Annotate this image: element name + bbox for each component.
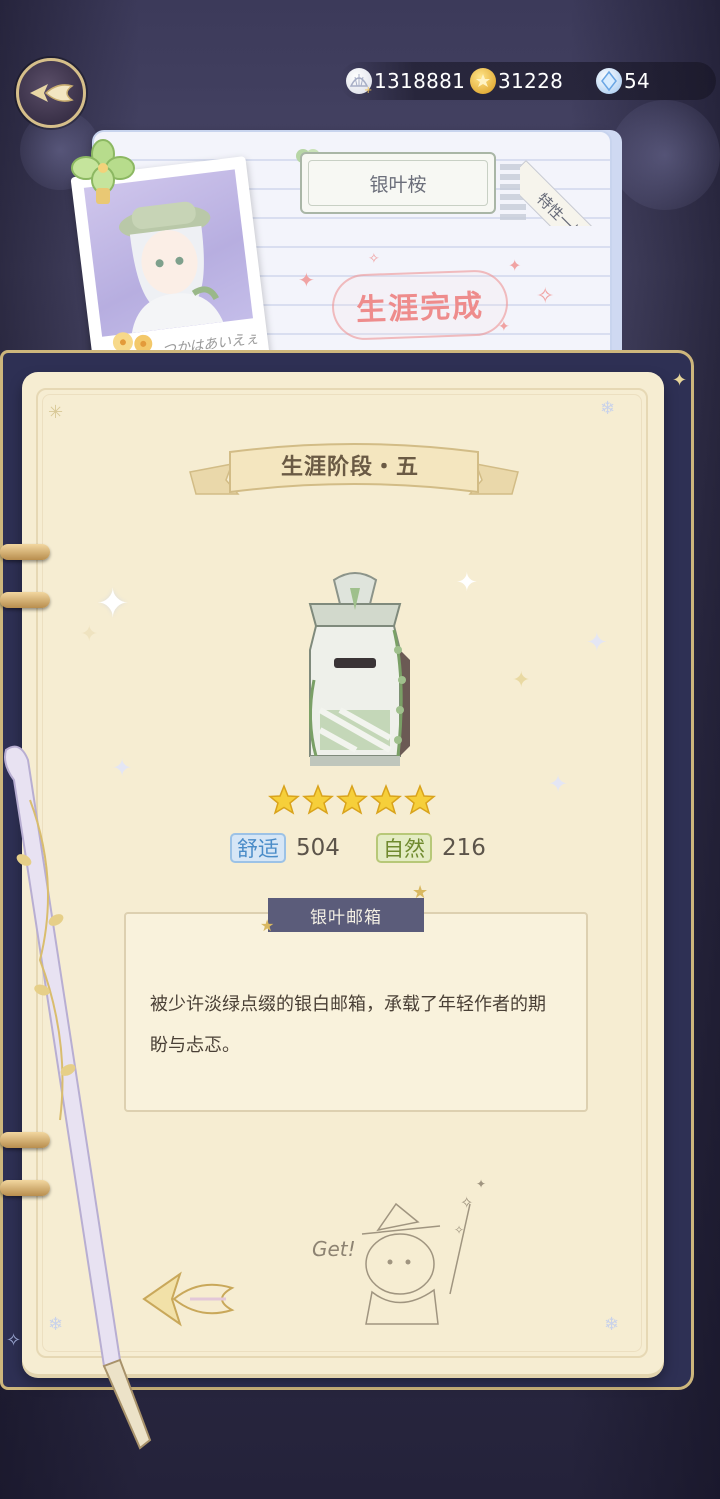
crystal-currency[interactable]: 54 xyxy=(596,66,650,96)
svg-text:+: + xyxy=(364,85,372,94)
binder-ring xyxy=(0,544,50,560)
star-sparkle-icon: ✦ xyxy=(672,370,688,391)
crystal-icon xyxy=(596,68,622,94)
shell-coin-icon: + xyxy=(346,68,372,96)
rarity-stars xyxy=(268,784,436,816)
sparkle-icon: ✦ xyxy=(548,770,569,798)
svg-text:✧: ✧ xyxy=(454,1223,464,1237)
star-icon xyxy=(370,784,402,815)
gold-currency[interactable]: 31228 xyxy=(470,66,563,96)
star-icon xyxy=(336,784,368,815)
nature-tag: 自然 xyxy=(376,833,432,863)
comfort-value: 504 xyxy=(296,835,340,861)
trait-list-label: 特性一览 xyxy=(520,160,616,226)
character-name-plate: 银叶桉 xyxy=(300,152,496,214)
sparkle-icon: ✦ xyxy=(512,668,531,693)
item-description: 被少许淡绿点缀的银白邮箱，承载了年轻作者的期盼与忐忑。 xyxy=(150,994,546,1056)
comfort-tag: 舒适 xyxy=(230,833,286,863)
snowflake-icon: ✳ xyxy=(48,402,64,423)
nature-value: 216 xyxy=(442,835,486,861)
prev-page-arrow-icon[interactable] xyxy=(140,1266,236,1332)
crystal-amount: 54 xyxy=(624,69,651,93)
quill-pen-decoration xyxy=(4,745,152,1450)
sparkle-icon: ✦ xyxy=(80,622,99,647)
stage-title: 生涯阶段・五 xyxy=(280,455,419,480)
silver-leaf-mailbox-image xyxy=(308,572,410,766)
back-button[interactable] xyxy=(16,58,86,128)
sparkle-icon: ✦ xyxy=(96,581,130,627)
star-icon xyxy=(404,784,436,815)
shell-currency[interactable]: + 1318881 xyxy=(346,66,465,96)
trait-list-tab[interactable]: 特性一览 xyxy=(520,130,616,226)
career-complete-stamp: 生涯完成 xyxy=(330,268,510,342)
binder-ring xyxy=(0,592,50,608)
sparkle-icon: ✦ xyxy=(298,268,315,292)
snowflake-icon: ❄ xyxy=(600,398,616,419)
character-name: 银叶桉 xyxy=(369,173,427,196)
background-lantern xyxy=(610,100,720,210)
sparkle-icon: ✦ xyxy=(456,568,478,598)
svg-text:✧: ✧ xyxy=(460,1193,473,1212)
clover-pin-icon xyxy=(68,136,138,206)
svg-text:✦: ✦ xyxy=(476,1177,486,1191)
snowflake-icon: ❄ xyxy=(604,1314,620,1335)
nature-stat: 自然 216 xyxy=(376,832,486,864)
sparkle-icon: ✦ xyxy=(586,628,608,658)
sparkle-icon: ★ xyxy=(412,882,429,903)
item-name: 银叶邮箱 xyxy=(268,898,424,932)
get-sticker-text: Get! xyxy=(312,1237,356,1261)
get-sticker-illustration: Get! ✧ ✦ ✧ xyxy=(312,1177,486,1325)
comfort-stat: 舒适 504 xyxy=(230,832,340,864)
back-arrow-icon xyxy=(30,84,74,102)
star-icon xyxy=(268,784,300,815)
sparkle-icon: ✧ xyxy=(536,284,555,309)
gold-coin-icon xyxy=(470,68,496,94)
shell-amount: 1318881 xyxy=(374,69,466,93)
gold-amount: 31228 xyxy=(498,69,564,93)
sparkle-icon: ✧ xyxy=(368,251,380,267)
sparkle-icon: ✦ xyxy=(508,256,522,275)
sparkle-icon: ★ xyxy=(260,916,275,935)
star-icon xyxy=(302,784,334,815)
